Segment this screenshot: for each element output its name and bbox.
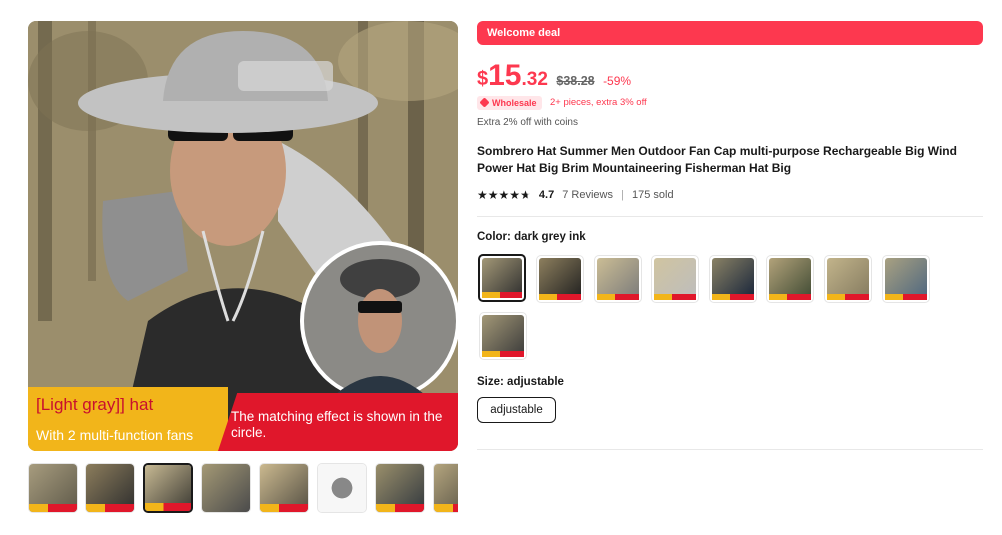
color-swatch[interactable] [824,255,872,303]
price-integer: 15 [488,59,522,92]
rating-value: 4.7 [538,189,555,201]
color-swatch[interactable] [709,255,757,303]
separator: | [621,189,624,201]
coins-discount: Extra 2% off with coins [477,117,578,128]
color-swatch[interactable] [882,255,930,303]
tag-icon [479,97,490,108]
size-selected-value: adjustable [507,376,564,388]
divider [477,216,983,217]
thumbnail[interactable] [201,463,251,513]
color-swatch[interactable] [536,255,584,303]
banner-title: [Light gray]] hat [36,395,154,414]
price-row: $15.32 $38.28 -59% [477,59,631,93]
banner-note: The matching effect is shown in the circ… [231,409,443,440]
thumbnail[interactable] [259,463,309,513]
color-label-prefix: Color: [477,231,515,243]
thumbnail[interactable] [28,463,78,513]
thumbnail[interactable] [433,463,458,513]
price-currency: $ [477,68,489,90]
thumbnail-strip [28,463,458,513]
rating-row: ★★★★★ 4.7 7 Reviews | 175 sold [477,188,674,204]
star-icon: ★ [477,188,488,202]
star-rating: ★★★★★ [477,188,531,202]
wholesale-text: 2+ pieces, extra 3% off [549,97,647,109]
thumbnail[interactable] [317,463,367,513]
banner-subtitle: With 2 multi-function fans [36,427,194,443]
size-label: Size: adjustable [477,376,564,388]
star-icon: ★ [509,188,521,202]
color-label: Color: dark grey ink [477,231,586,243]
price-decimal: .32 [521,69,548,90]
original-price: $38.28 [556,74,595,88]
thumbnail[interactable] [375,463,425,513]
color-swatch[interactable] [479,312,527,360]
reviews-link[interactable]: 7 Reviews [562,189,613,201]
wholesale-badge-label: Wholesale [492,97,537,108]
sold-count: 175 sold [631,189,674,201]
star-icon: ★ [498,188,510,202]
divider [477,449,983,450]
discount-percent: -59% [603,74,632,88]
thumbnail[interactable] [85,463,135,513]
wholesale-row: Wholesale 2+ pieces, extra 3% off [477,94,647,110]
color-swatch[interactable] [651,255,699,303]
star-half-icon: ★ [520,188,531,202]
color-swatch[interactable] [594,255,642,303]
color-swatch-selected[interactable] [478,254,526,302]
color-swatch[interactable] [766,255,814,303]
size-option-adjustable[interactable]: adjustable [477,397,556,423]
wholesale-badge: Wholesale [477,95,542,110]
product-title: Sombrero Hat Summer Men Outdoor Fan Cap … [477,144,957,175]
main-product-image[interactable]: [Light gray]] hat With 2 multi-function … [28,21,458,451]
color-selected-value: dark grey ink [514,231,586,243]
size-label-prefix: Size: [477,376,508,388]
star-icon: ★ [487,188,499,202]
welcome-deal-banner: Welcome deal [477,21,983,45]
thumbnail-active[interactable] [143,463,193,513]
